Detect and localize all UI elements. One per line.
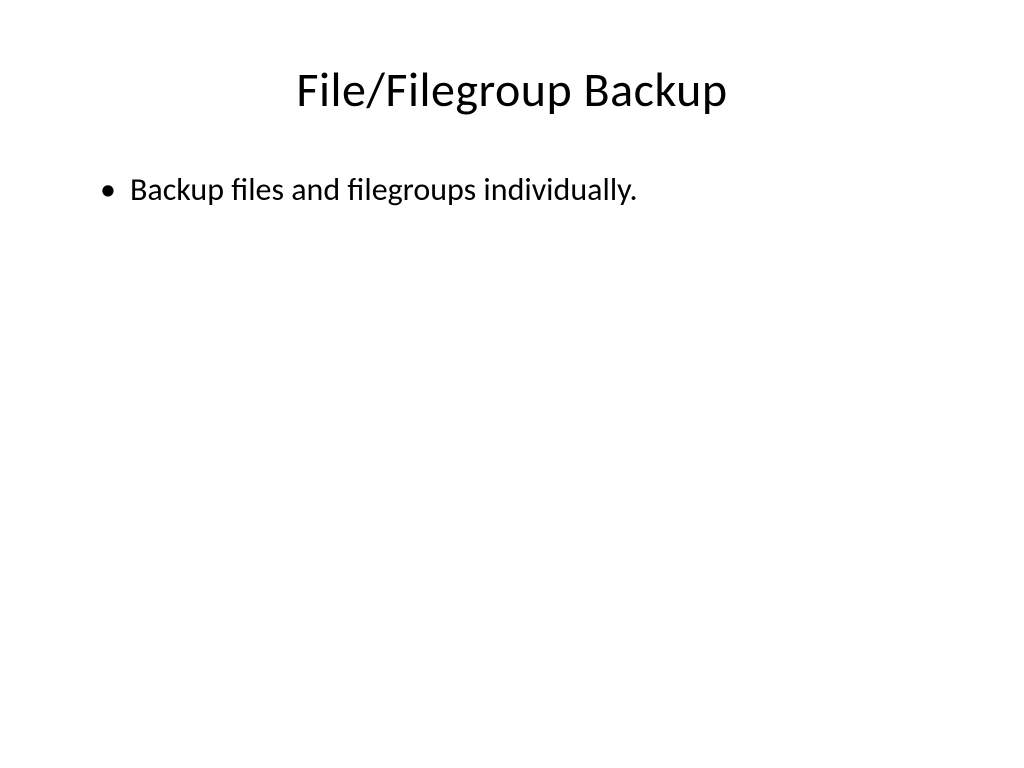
slide-content: Backup files and filegroups individually… (70, 169, 954, 211)
slide-title: File/Filegroup Backup (70, 60, 954, 119)
slide-container: File/Filegroup Backup Backup files and f… (0, 0, 1024, 768)
bullet-list: Backup files and filegroups individually… (100, 169, 954, 211)
bullet-item: Backup files and filegroups individually… (100, 169, 954, 211)
